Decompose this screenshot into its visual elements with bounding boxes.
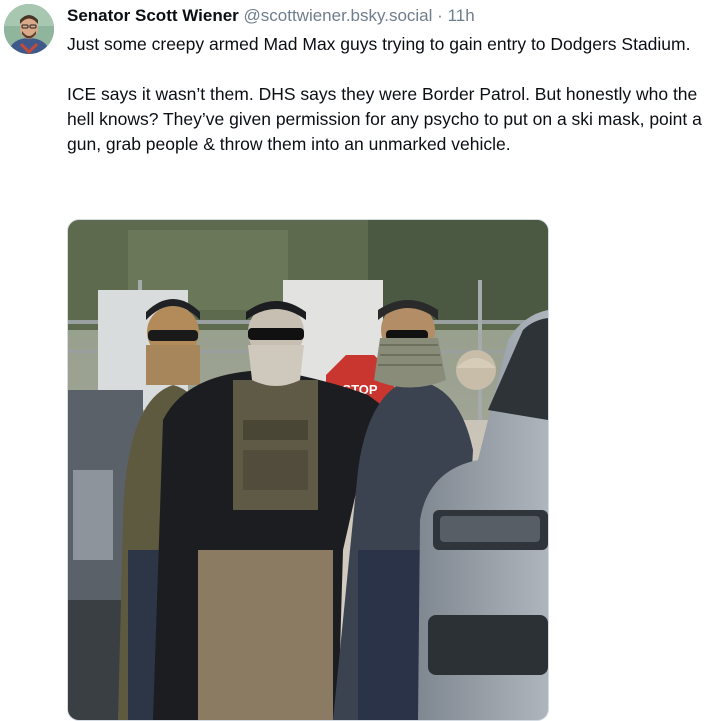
post-text: Just some creepy armed Mad Max guys tryi…: [67, 32, 703, 157]
author-name[interactable]: Senator Scott Wiener: [67, 6, 239, 25]
post-header: Senator Scott Wiener @scottwiener.bsky.s…: [67, 4, 475, 28]
post-timestamp[interactable]: 11h: [448, 6, 475, 25]
avatar-image: [4, 4, 54, 54]
photo-illustration: STOP: [68, 220, 548, 720]
post-paragraph-1: Just some creepy armed Mad Max guys tryi…: [67, 34, 691, 54]
time-separator: ·: [437, 6, 443, 25]
post-paragraph-2: ICE says it wasn’t them. DHS says they w…: [67, 84, 702, 154]
author-handle[interactable]: @scottwiener.bsky.social: [244, 6, 433, 25]
author-avatar[interactable]: [4, 4, 54, 54]
post-image[interactable]: STOP: [67, 219, 549, 721]
